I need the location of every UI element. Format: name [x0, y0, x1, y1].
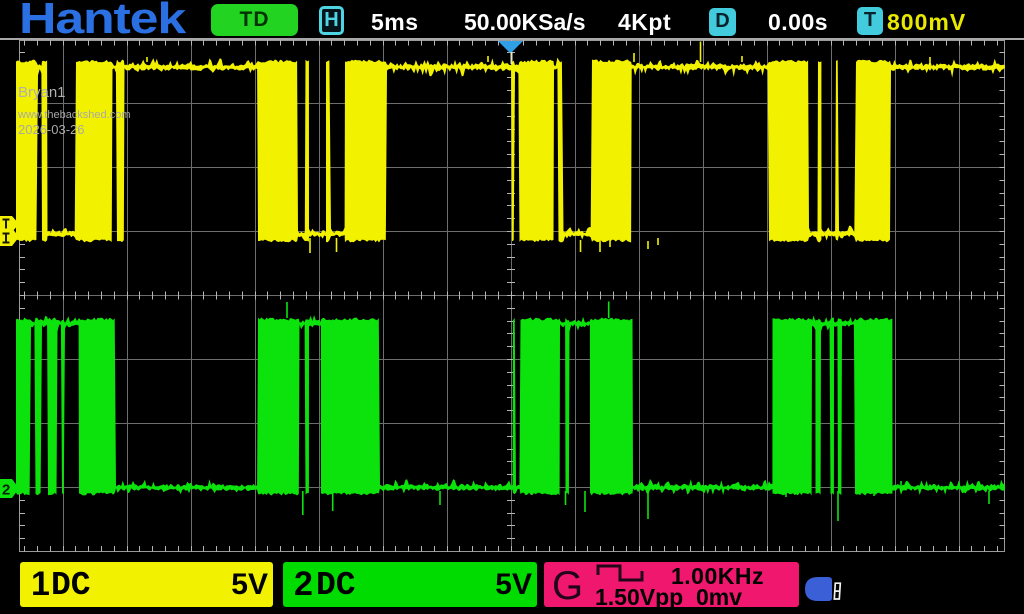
svg-text:2: 2 — [2, 482, 10, 499]
